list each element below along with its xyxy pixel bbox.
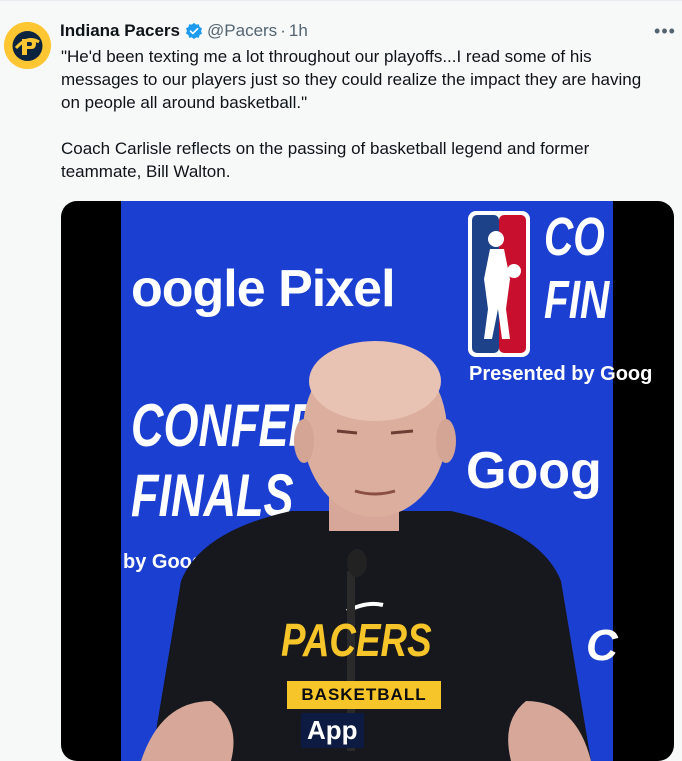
video-media[interactable]: oogle Pixel CO FIN Presented by Goog CON… <box>61 201 674 761</box>
tweet-paragraph-quote: "He'd been texting me a lot throughout o… <box>61 47 642 112</box>
separator-dot: · <box>280 21 286 40</box>
pacers-logo-icon <box>4 22 51 69</box>
mic-app-label: App <box>301 713 364 748</box>
author-name[interactable]: Indiana Pacers <box>60 21 180 41</box>
tweet[interactable]: Indiana Pacers @Pacers · 1h ••• "He'd be… <box>0 0 682 761</box>
tweet-paragraph-caption: Coach Carlisle reflects on the passing o… <box>61 139 590 181</box>
timestamp[interactable]: 1h <box>289 21 308 41</box>
coach-figure <box>141 341 591 761</box>
author-handle[interactable]: @Pacers <box>207 21 277 41</box>
more-icon[interactable]: ••• <box>652 22 678 40</box>
verified-badge-icon <box>185 22 203 40</box>
tweet-text: "He'd been texting me a lot throughout o… <box>61 45 661 183</box>
tweet-header: Indiana Pacers @Pacers · 1h <box>60 19 308 43</box>
avatar[interactable] <box>4 22 51 69</box>
shirt-pacers-text: PACERS <box>281 614 432 666</box>
shirt-basketball-text: BASKETBALL <box>287 681 441 709</box>
